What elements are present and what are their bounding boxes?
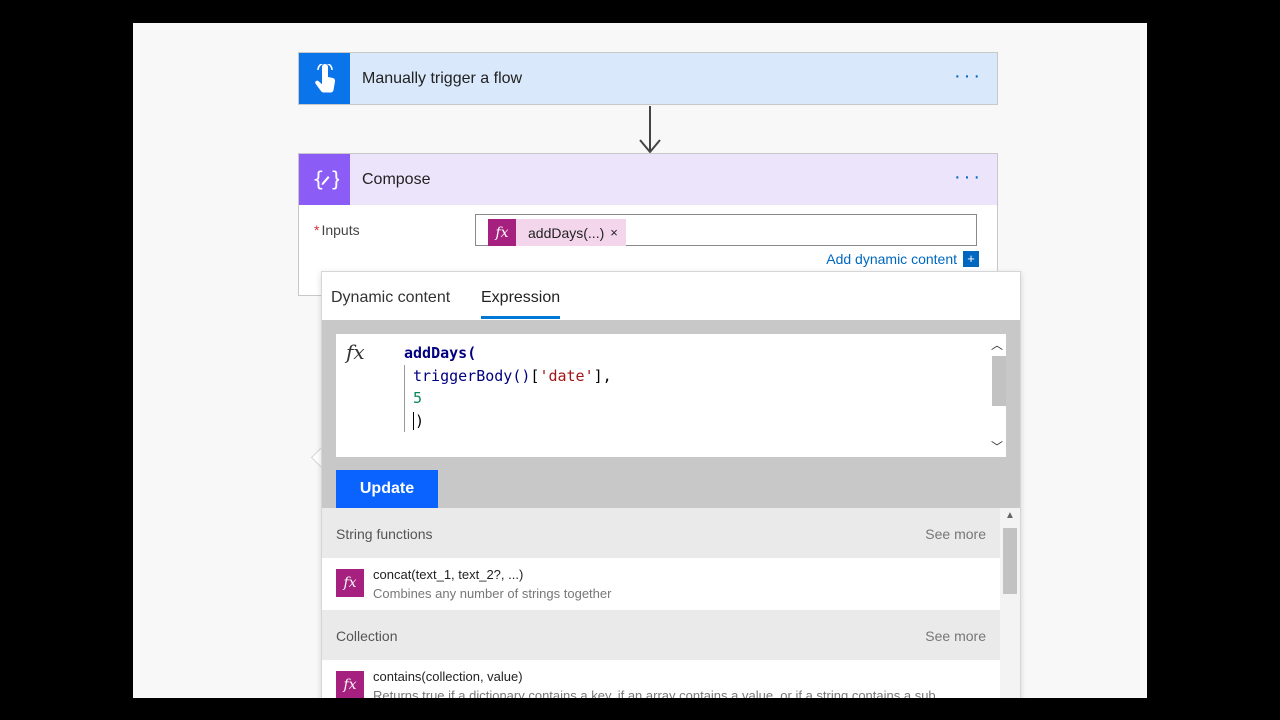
see-more-link[interactable]: See more: [925, 628, 986, 644]
function-item[interactable]: fx concat(text_1, text_2?, ...) Combines…: [322, 558, 1000, 610]
update-button[interactable]: Update: [336, 470, 438, 508]
expression-area: fx addDays( triggerBody()['date'], 5 ) ︿…: [322, 320, 1020, 508]
fx-icon: fx: [336, 569, 364, 597]
list-scroll-thumb[interactable]: [1003, 528, 1017, 594]
compose-more-options-icon[interactable]: ···: [954, 167, 983, 187]
fx-icon: fx: [336, 671, 364, 698]
function-description: Combines any number of strings together: [373, 586, 612, 601]
compose-title: Compose: [362, 170, 431, 188]
add-dynamic-content-link[interactable]: Add dynamic content +: [826, 251, 979, 267]
function-description: Returns true if a dictionary contains a …: [373, 688, 947, 698]
compose-card-header[interactable]: { } Compose ···: [299, 154, 997, 205]
expression-editor[interactable]: fx addDays( triggerBody()['date'], 5 ) ︿…: [336, 334, 1006, 457]
scroll-up-icon[interactable]: ︿: [991, 336, 1003, 353]
editor-scroll-thumb[interactable]: [992, 356, 1006, 406]
token-label: addDays(...): [528, 224, 605, 241]
plus-icon: +: [963, 251, 979, 267]
trigger-card-header[interactable]: Manually trigger a flow ···: [299, 53, 997, 104]
compose-braces-icon: { }: [299, 154, 350, 205]
inputs-field[interactable]: fx addDays(...) ×: [475, 214, 977, 246]
section-header: String functions See more: [322, 508, 1000, 558]
expression-code[interactable]: addDays( triggerBody()['date'], 5 ): [404, 342, 612, 432]
editor-scrollbar[interactable]: ︿ ﹀: [990, 334, 1006, 457]
tab-dynamic-content[interactable]: Dynamic content: [331, 289, 450, 307]
panel-tabs: Dynamic content Expression: [322, 272, 1020, 320]
svg-text:{: {: [312, 168, 325, 191]
inputs-label-text: Inputs: [321, 222, 360, 238]
required-marker: *: [314, 222, 320, 238]
function-list-scrollbar[interactable]: ▲: [1000, 508, 1020, 698]
trigger-more-options-icon[interactable]: ···: [954, 66, 983, 86]
scroll-up-icon[interactable]: ▲: [1005, 510, 1015, 521]
code-line-4: ): [404, 409, 612, 432]
fx-icon: fx: [488, 219, 516, 246]
code-line-1: addDays(: [404, 344, 477, 362]
code-line-3: 5: [404, 387, 612, 410]
trigger-card[interactable]: Manually trigger a flow ···: [298, 52, 998, 105]
hand-tap-icon: [299, 53, 350, 104]
function-signature: contains(collection, value): [373, 669, 523, 684]
inputs-label: * Inputs: [314, 222, 360, 238]
connector-arrow-icon: [639, 106, 661, 154]
function-list: String functions See more fx concat(text…: [322, 508, 1000, 698]
add-dynamic-content-label: Add dynamic content: [826, 251, 957, 267]
section-title: String functions: [336, 526, 433, 542]
expression-panel: Dynamic content Expression fx addDays( t…: [321, 271, 1021, 698]
token-remove-icon[interactable]: ×: [610, 225, 626, 240]
section-title: Collection: [336, 628, 398, 644]
expression-token[interactable]: fx addDays(...) ×: [488, 219, 626, 246]
active-tab-indicator: [481, 316, 560, 319]
trigger-title: Manually trigger a flow: [362, 69, 523, 87]
tab-expression[interactable]: Expression: [481, 289, 560, 307]
code-line-2: triggerBody()['date'],: [404, 364, 612, 387]
section-header: Collection See more: [322, 610, 1000, 660]
designer-canvas: Manually trigger a flow ··· { } Compose …: [133, 23, 1147, 698]
function-signature: concat(text_1, text_2?, ...): [373, 567, 524, 582]
scroll-down-icon[interactable]: ﹀: [991, 438, 1003, 455]
text-cursor: [413, 412, 414, 430]
function-item[interactable]: fx contains(collection, value) Returns t…: [322, 660, 1000, 698]
svg-text:}: }: [330, 168, 339, 191]
fx-icon: fx: [346, 340, 365, 364]
see-more-link[interactable]: See more: [925, 526, 986, 542]
